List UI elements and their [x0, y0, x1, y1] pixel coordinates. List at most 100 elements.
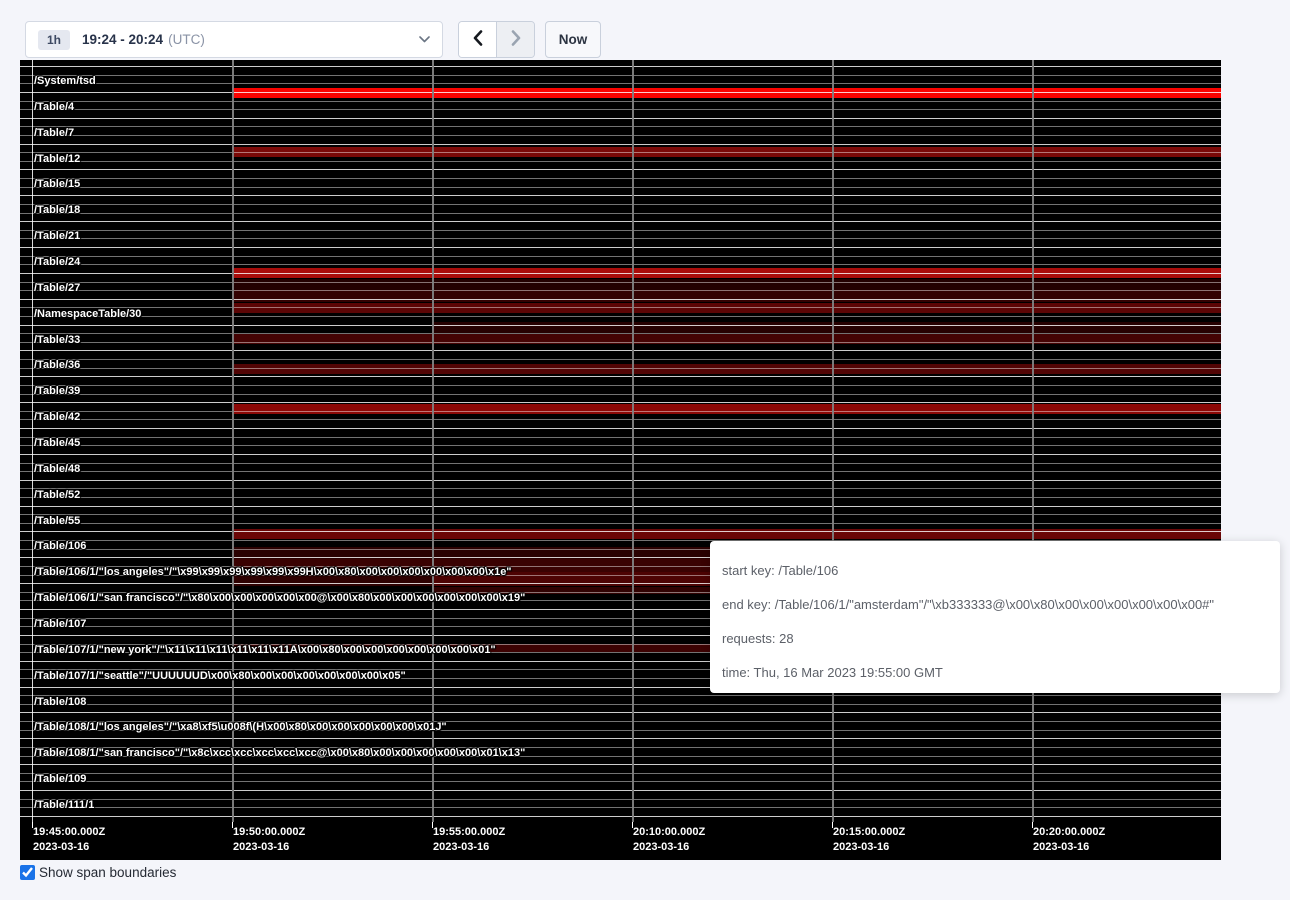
span-boundary-line [20, 230, 1221, 231]
span-label: /Table/36 [34, 360, 80, 371]
time-grid-line [32, 60, 33, 822]
show-span-boundaries-checkbox[interactable] [20, 865, 35, 880]
span-label: /Table/108/1/"san francisco"/"\x8c\xcc\x… [34, 748, 525, 759]
span-label: /Table/52 [34, 490, 80, 501]
tooltip-requests: requests: 28 [722, 622, 1268, 656]
span-boundary-line [20, 781, 1221, 782]
span-boundary-line [20, 221, 1221, 222]
span-boundary-line [20, 463, 1221, 464]
span-boundary-line [20, 135, 1221, 136]
time-range-select[interactable]: 1h 19:24 - 20:24 (UTC) [25, 21, 443, 58]
span-boundary-line [20, 307, 1221, 308]
span-label: /Table/108 [34, 697, 86, 708]
span-label: /Table/42 [34, 412, 80, 423]
span-boundary-line [20, 411, 1221, 412]
span-label: /Table/107 [34, 619, 86, 630]
span-boundary-line [20, 350, 1221, 351]
span-label: /NamespaceTable/30 [34, 309, 141, 320]
span-label: /Table/21 [34, 231, 80, 242]
time-range-timezone: (UTC) [168, 32, 205, 47]
span-boundary-line [20, 471, 1221, 472]
now-button[interactable]: Now [545, 21, 601, 58]
span-label: /Table/39 [34, 386, 80, 397]
span-label: /System/tsd [34, 76, 96, 87]
span-boundary-line [20, 488, 1221, 489]
next-range-button[interactable] [497, 22, 534, 57]
chevron-down-icon [419, 36, 430, 43]
time-nav-group [458, 21, 535, 58]
span-boundary-line [20, 109, 1221, 110]
tooltip-start-key: start key: /Table/106 [722, 554, 1268, 588]
span-boundary-line [20, 523, 1221, 524]
span-boundary-line [20, 144, 1221, 145]
span-label: /Table/111/1 [34, 800, 94, 811]
span-boundary-line [20, 195, 1221, 196]
time-axis-label: 20:20:00.000Z2023-03-16 [1033, 825, 1105, 855]
span-boundary-line [20, 506, 1221, 507]
span-boundary-line [20, 480, 1221, 481]
span-label: /Table/7 [34, 128, 74, 139]
time-grid-line [232, 60, 234, 822]
chevron-left-icon [473, 30, 483, 49]
span-boundary-line [20, 764, 1221, 765]
time-axis-label: 20:15:00.000Z2023-03-16 [833, 825, 905, 855]
span-boundary-line [20, 118, 1221, 119]
span-boundary-line [20, 799, 1221, 800]
span-boundary-line [20, 325, 1221, 326]
span-boundary-line [20, 773, 1221, 774]
span-boundary-line [20, 738, 1221, 739]
span-label: /Table/48 [34, 464, 80, 475]
hover-tooltip: start key: /Table/106 end key: /Table/10… [710, 541, 1280, 693]
span-boundary-line [20, 256, 1221, 257]
heat-bar [232, 404, 1221, 414]
time-range-badge: 1h [38, 30, 70, 50]
time-grid-line [832, 60, 834, 822]
span-label: /Table/27 [34, 283, 80, 294]
span-boundary-line [20, 342, 1221, 343]
span-boundary-line [20, 92, 1221, 93]
span-boundary-line [20, 213, 1221, 214]
span-boundary-line [20, 790, 1221, 791]
span-boundary-line [20, 290, 1221, 291]
span-boundary-line [20, 514, 1221, 515]
span-boundary-line [20, 83, 1221, 84]
span-boundary-line [20, 75, 1221, 76]
time-axis-label: 20:10:00.000Z2023-03-16 [633, 825, 705, 855]
previous-range-button[interactable] [459, 22, 497, 57]
span-boundary-line [20, 402, 1221, 403]
span-label: /Table/109 [34, 774, 86, 785]
span-boundary-line [20, 178, 1221, 179]
span-label: /Table/106/1/"san francisco"/"\x80\x00\x… [34, 593, 525, 604]
time-axis-label: 19:50:00.000Z2023-03-16 [233, 825, 305, 855]
span-boundary-line [20, 152, 1221, 153]
span-boundary-line [20, 126, 1221, 127]
span-label: /Table/55 [34, 516, 80, 527]
span-label: /Table/12 [34, 154, 80, 165]
heat-bar [232, 364, 1221, 374]
tooltip-end-key: end key: /Table/106/1/"amsterdam"/"\xb33… [722, 588, 1268, 622]
span-boundary-line [20, 807, 1221, 808]
show-span-boundaries-label: Show span boundaries [39, 865, 176, 880]
key-visualizer-canvas[interactable]: 19:45:00.000Z2023-03-1619:50:00.000Z2023… [20, 60, 1221, 860]
span-boundary-line [20, 282, 1221, 283]
span-boundary-line [20, 816, 1221, 817]
span-boundary-line [20, 712, 1221, 713]
span-boundary-line [20, 376, 1221, 377]
span-label: /Table/107/1/"new york"/"\x11\x11\x11\x1… [34, 645, 496, 656]
time-axis-label: 19:55:00.000Z2023-03-16 [433, 825, 505, 855]
span-boundary-line [20, 419, 1221, 420]
span-boundary-line [20, 273, 1221, 274]
span-boundary-line [20, 299, 1221, 300]
span-boundary-line [20, 437, 1221, 438]
span-label: /Table/106 [34, 541, 86, 552]
span-boundary-line [20, 169, 1221, 170]
heat-bar [232, 88, 1221, 98]
time-grid-line [632, 60, 634, 822]
span-boundary-line [20, 385, 1221, 386]
show-span-boundaries-row: Show span boundaries [20, 865, 176, 880]
span-boundary-line [20, 316, 1221, 317]
time-range-label: 19:24 - 20:24 [82, 32, 163, 47]
span-boundary-line [20, 101, 1221, 102]
span-boundary-line [20, 394, 1221, 395]
span-boundary-line [20, 531, 1221, 532]
